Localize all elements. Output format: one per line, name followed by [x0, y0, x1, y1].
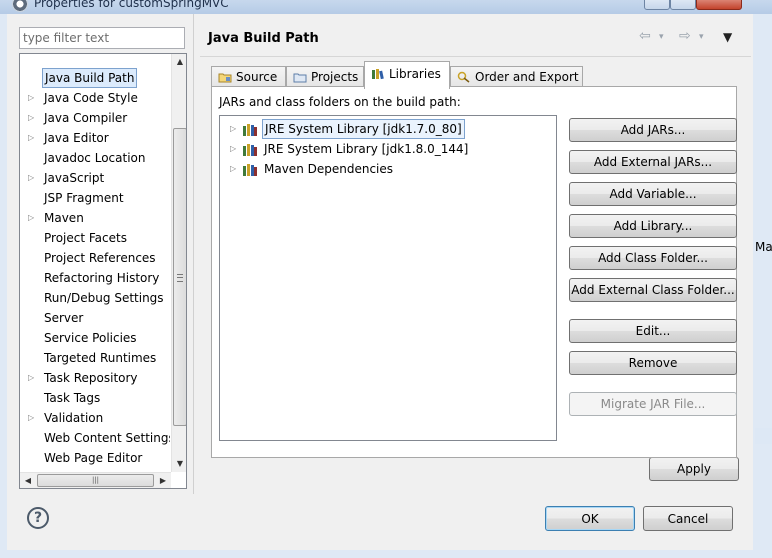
expand-arrow-icon[interactable]: ▷	[28, 368, 38, 388]
expand-arrow-icon[interactable]: ▷	[28, 168, 38, 188]
apply-button[interactable]: Apply	[649, 457, 739, 481]
tree-item-label: Java Code Style	[44, 91, 138, 105]
scroll-left-arrow-icon[interactable]: ◀	[20, 473, 36, 488]
migrate-jar-file-button[interactable]: Migrate JAR File...	[569, 392, 737, 416]
tree-item-label: Refactoring History	[44, 271, 160, 285]
expand-arrow-icon[interactable]: ▷	[28, 128, 38, 148]
projects-folder-icon	[293, 73, 307, 83]
tree-item-label: Java Build Path	[42, 68, 138, 88]
expand-arrow-icon[interactable]: ▷	[230, 159, 236, 179]
expand-arrow-icon[interactable]: ▷	[230, 119, 236, 139]
view-menu-icon[interactable]: ▼	[723, 30, 732, 44]
tree-horizontal-scrollbar[interactable]: ◀ ||| ▶	[20, 472, 171, 488]
scroll-right-arrow-icon[interactable]: ▶	[155, 473, 171, 488]
tree-vertical-scrollbar[interactable]: ▲ ▼	[171, 54, 186, 472]
libraries-icon	[372, 69, 384, 80]
filter-input[interactable]	[19, 27, 185, 49]
tree-item-label: JavaScript	[44, 171, 105, 185]
library-item-label: JRE System Library [jdk1.7.0_80]	[262, 119, 465, 139]
tab-order-and-export[interactable]: Order and Export	[450, 66, 583, 88]
tab-projects-label: Projects	[311, 70, 359, 84]
help-icon[interactable]: ?	[27, 507, 49, 529]
library-icon	[243, 164, 257, 176]
forward-arrow-icon[interactable]: ⇨	[679, 28, 691, 44]
back-arrow-icon[interactable]: ⇦	[639, 28, 651, 44]
libraries-tab-panel: JARs and class folders on the build path…	[211, 86, 737, 458]
tab-projects[interactable]: Projects	[286, 66, 364, 88]
tree-item-label: Project References	[44, 251, 156, 265]
add-external-jars-button[interactable]: Add External JARs...	[569, 150, 737, 174]
scroll-grip-icon	[177, 274, 183, 282]
edit-button[interactable]: Edit...	[569, 319, 737, 343]
build-path-libraries-tree[interactable]: ▷ JRE System Library [jdk1.7.0_80] ▷ JRE Sy…	[219, 115, 557, 441]
library-item-label: JRE System Library [jdk1.8.0_144]	[264, 142, 469, 156]
vertical-scroll-thumb[interactable]	[173, 128, 186, 426]
add-external-class-folder-button[interactable]: Add External Class Folder...	[569, 278, 737, 302]
add-class-folder-button[interactable]: Add Class Folder...	[569, 246, 737, 270]
remove-button[interactable]: Remove	[569, 351, 737, 375]
tree-item-label: Maven	[44, 211, 84, 225]
tree-item-label: Service Policies	[44, 331, 137, 345]
header-separator	[200, 56, 751, 57]
tree-item-label: Javadoc Location	[44, 151, 146, 165]
history-navigation: ⇦ ▾ ⇨ ▾ ▼	[639, 28, 739, 48]
tree-item-label: Web Page Editor	[44, 451, 143, 465]
tree-item-label: Java Compiler	[44, 111, 128, 125]
tree-item-label: Java Editor	[44, 131, 109, 145]
source-folder-icon	[218, 73, 232, 83]
tree-item-label: JSP Fragment	[44, 191, 124, 205]
minimize-button[interactable]	[644, 0, 670, 10]
panel-divider[interactable]	[193, 14, 194, 494]
tree-item-label: Task Repository	[44, 371, 138, 385]
horizontal-scroll-thumb[interactable]: |||	[37, 474, 154, 487]
tab-source[interactable]: Source	[211, 66, 286, 88]
ok-button[interactable]: OK	[545, 506, 635, 531]
tree-item-label: Server	[44, 311, 84, 325]
library-item-label: Maven Dependencies	[264, 162, 394, 176]
scroll-down-arrow-icon[interactable]: ▼	[172, 456, 186, 472]
library-icon	[243, 124, 257, 136]
expand-arrow-icon[interactable]: ▷	[230, 139, 236, 159]
tree-item-label: Task Tags	[44, 391, 101, 405]
tree-item-label: Validation	[44, 411, 104, 425]
add-variable-button[interactable]: Add Variable...	[569, 182, 737, 206]
window-title: Properties for customSpringMVC	[34, 0, 229, 10]
expand-arrow-icon[interactable]: ▷	[28, 108, 38, 128]
tab-source-label: Source	[236, 70, 278, 84]
tree-item-label: Project Facets	[44, 231, 127, 245]
tree-item-label: Web Content Settings	[44, 431, 170, 445]
properties-dialog: Java Build Path▷Java Code Style▷Java Com…	[7, 14, 753, 550]
scroll-up-arrow-icon[interactable]: ▲	[172, 54, 186, 70]
add-library-button[interactable]: Add Library...	[569, 214, 737, 238]
background-window-text: Ma	[755, 240, 772, 254]
tab-order-and-export-label: Order and Export	[475, 70, 579, 84]
forward-dropdown-icon[interactable]: ▾	[699, 32, 704, 42]
maximize-button[interactable]	[670, 0, 696, 10]
close-button[interactable]	[696, 0, 742, 10]
tree-item-label: Run/Debug Settings	[44, 291, 164, 305]
page-title: Java Build Path	[208, 31, 319, 46]
expand-arrow-icon[interactable]: ▷	[28, 408, 38, 428]
add-jars-button[interactable]: Add JARs...	[569, 118, 737, 142]
order-export-icon	[457, 71, 470, 83]
background-window-strip	[755, 428, 772, 444]
expand-arrow-icon[interactable]: ▷	[28, 88, 38, 108]
expand-arrow-icon[interactable]: ▷	[28, 208, 38, 228]
back-dropdown-icon[interactable]: ▾	[659, 32, 664, 42]
tab-libraries-label: Libraries	[389, 67, 441, 81]
property-pages-tree[interactable]: Java Build Path ▷ Java Code Style ▷ Java Com…	[19, 53, 187, 489]
cancel-button[interactable]: Cancel	[643, 506, 733, 531]
window-titlebar[interactable]: Properties for customSpringMVC	[0, 0, 772, 14]
build-path-heading: JARs and class folders on the build path…	[219, 95, 461, 109]
tab-libraries[interactable]: Libraries	[364, 61, 450, 89]
eclipse-app-icon	[12, 0, 28, 12]
tree-item-label: Targeted Runtimes	[44, 351, 157, 365]
property-pages-list: Java Build Path ▷ Java Code Style ▷ Java Com…	[20, 54, 170, 472]
library-icon	[243, 144, 257, 156]
